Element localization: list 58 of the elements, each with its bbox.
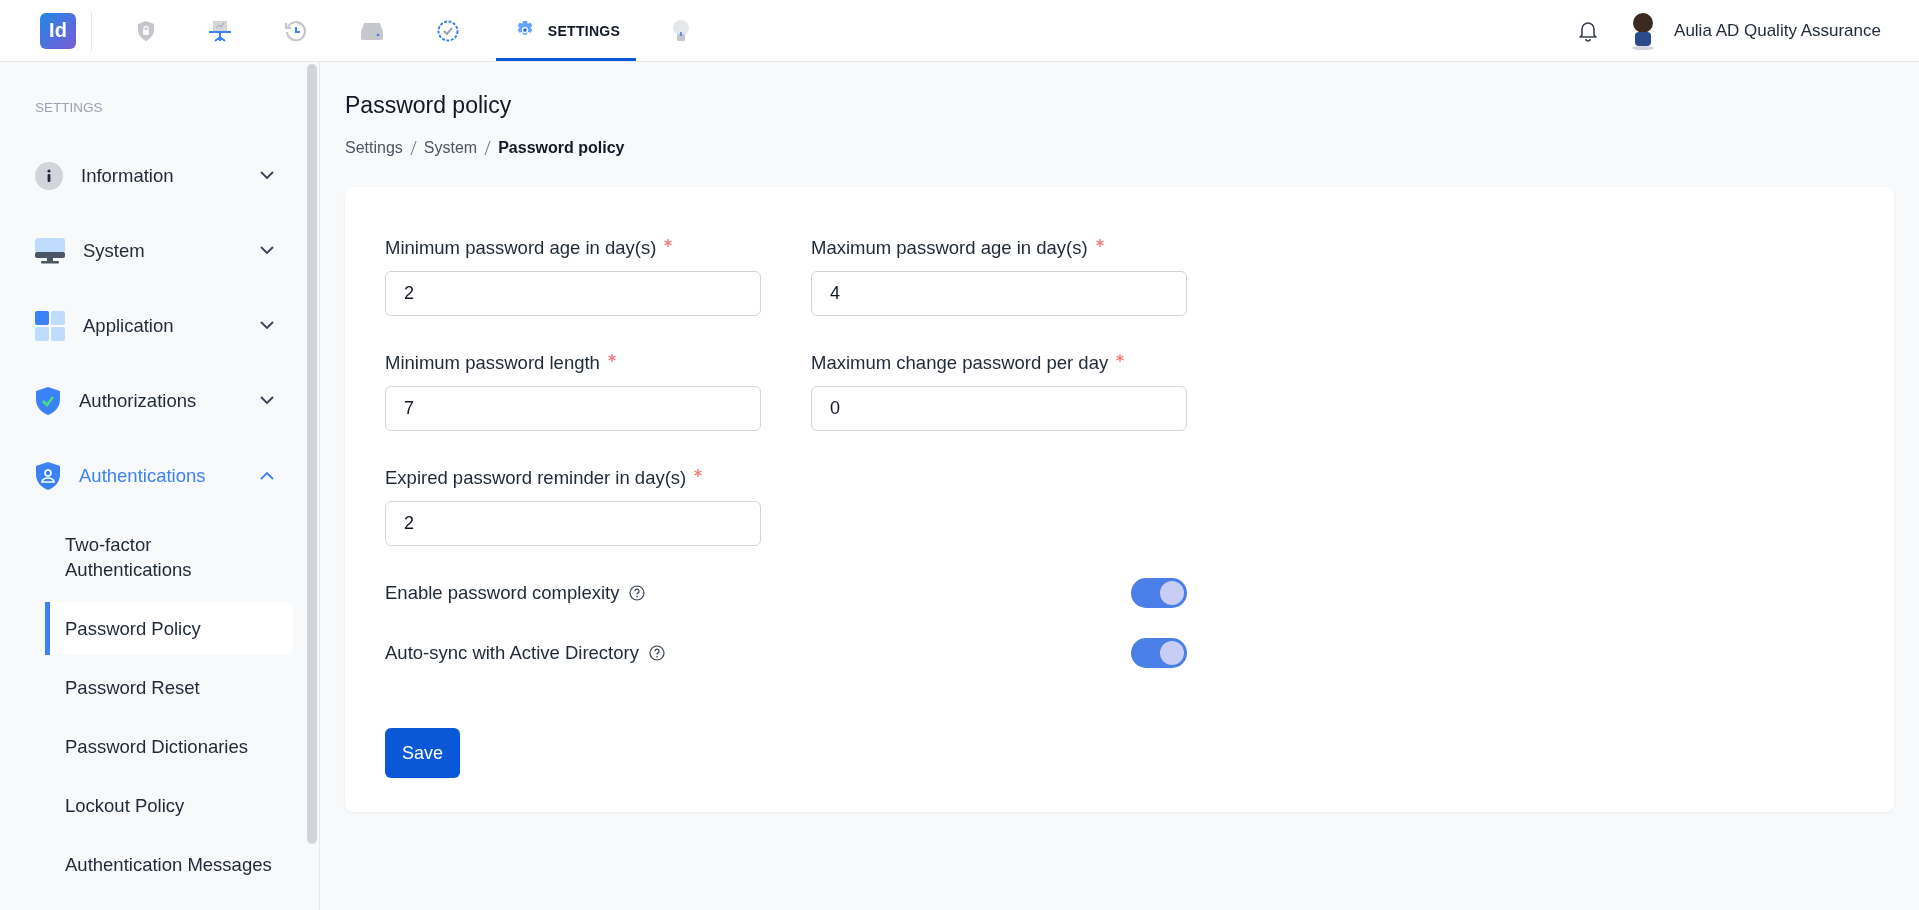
sidebar-item[interactable]: Password Policy [45,602,293,655]
sidebar-group[interactable]: System [0,213,319,288]
chevron-icon [260,321,274,330]
monitor-icon [35,236,65,265]
sidebar-item[interactable]: Two-factor Authentications [45,518,293,596]
scrollbar-thumb[interactable] [307,64,317,844]
sidebar-group[interactable]: Application [0,288,319,363]
input-field[interactable]: 4 [811,271,1187,316]
toggle-switch[interactable] [1131,578,1187,608]
sidebar-item[interactable]: Lockout Policy [45,779,293,832]
breadcrumb-link[interactable]: System [423,139,478,157]
help-icon[interactable] [648,645,665,661]
presentation-board-icon [208,18,232,43]
shield-lock-icon [136,19,156,42]
field-label: Maximum password age in day(s) [811,237,1088,259]
app-logo[interactable]: Id [40,12,76,49]
sidebar-group[interactable]: Authorizations [0,363,319,438]
sidebar-item[interactable]: Password Dictionaries [45,720,293,773]
sidebar-group-label: System [83,239,146,262]
user-name[interactable]: Aulia AD Quality Assurance [1674,20,1881,41]
sidebar-group-label: Information [81,164,175,187]
sidebar-group-label: Authorizations [79,389,198,412]
shield-check-icon [35,385,61,416]
badge-check-icon [436,18,460,43]
input-field[interactable]: 2 [385,501,761,546]
toggle-label: Enable password complexity [385,582,620,604]
breadcrumb-link[interactable]: Settings [345,139,403,157]
info-icon [35,161,63,190]
toggle-label: Auto-sync with Active Directory [385,642,639,664]
chevron-icon [260,246,274,255]
field-label: Expired password reminder in day(s) [385,467,687,489]
chevron-icon [260,396,274,405]
history-clock-icon [284,18,308,43]
sidebar-item[interactable]: Authentication Messages [45,838,293,891]
nav-tab[interactable]: SETTINGS [496,0,636,61]
input-field[interactable]: 0 [811,386,1187,431]
sidebar-heading: SETTINGS [34,99,104,117]
grid-icon [35,310,65,341]
chevron-icon [260,171,274,180]
notification-bell-icon[interactable] [1578,19,1599,42]
field-label: Maximum change password per day [811,352,1109,374]
drive-icon [360,20,384,41]
toggle-switch[interactable] [1131,638,1187,668]
chevron-icon [260,471,274,480]
sidebar-item[interactable]: Password Reset [45,661,293,714]
input-field[interactable]: 7 [385,386,761,431]
page-title: Password policy [345,92,513,119]
save-button[interactable]: Save [385,728,460,778]
field-label: Minimum password length [385,352,600,374]
sidebar-group[interactable]: Information [0,138,319,213]
shield-user-icon [35,460,61,491]
help-icon[interactable] [629,585,646,601]
sidebar-group-label: Application [83,314,175,337]
sidebar-group-label: Authentications [79,464,207,487]
input-field[interactable]: 2 [385,271,761,316]
breadcrumb-current: Password policy [498,139,625,157]
field-label: Minimum password age in day(s) [385,237,657,259]
lightbulb-icon [672,18,690,43]
